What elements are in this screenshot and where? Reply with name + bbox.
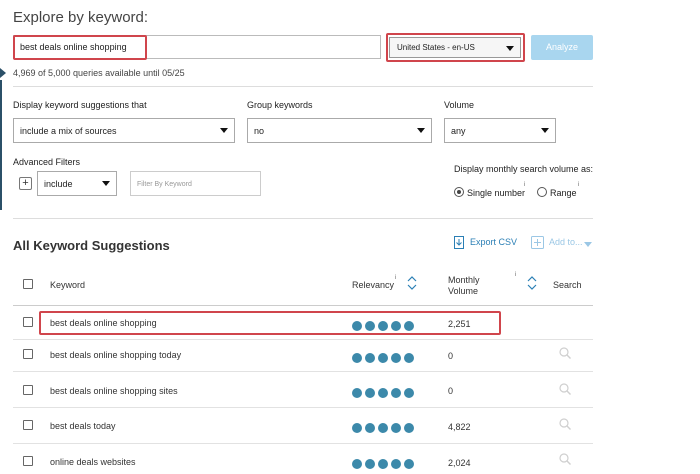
relevancy-dots <box>352 350 417 368</box>
export-icon[interactable] <box>454 236 464 249</box>
suggestions-value: include a mix of sources <box>20 126 117 136</box>
info-icon: i <box>395 275 397 281</box>
section-title: All Keyword Suggestions <box>13 238 170 253</box>
sort-icon[interactable] <box>407 276 417 290</box>
info-icon: i <box>578 182 580 188</box>
filter-placeholder: Filter By Keyword <box>137 181 192 188</box>
row-divider <box>13 339 593 340</box>
analyze-button[interactable]: Analyze <box>531 35 593 60</box>
relevancy-dots <box>352 420 417 438</box>
chevron-down-icon <box>584 242 592 247</box>
chevron-down-icon <box>541 128 549 133</box>
radio-selected-dot <box>457 190 461 194</box>
volume-cell: 0 <box>448 351 454 361</box>
search-icon[interactable] <box>559 347 571 359</box>
volume-cell: 0 <box>448 386 454 396</box>
suggestions-label: Display keyword suggestions that <box>13 100 147 110</box>
row-checkbox[interactable] <box>23 385 33 395</box>
group-select[interactable]: no <box>247 118 432 143</box>
chevron-down-icon <box>220 128 228 133</box>
volume-select[interactable]: any <box>444 118 556 143</box>
range-radio[interactable] <box>537 187 547 197</box>
single-number-label: Single number <box>467 188 526 198</box>
volume-cell: 2,024 <box>448 458 471 468</box>
chevron-down-icon <box>417 128 425 133</box>
filter-keyword-input[interactable]: Filter By Keyword <box>130 171 261 196</box>
info-icon: i <box>524 182 526 188</box>
row-divider <box>13 443 593 444</box>
search-icon[interactable] <box>559 383 571 395</box>
add-icon[interactable] <box>531 236 544 249</box>
relevancy-dots <box>352 456 417 474</box>
chevron-down-icon <box>102 181 110 186</box>
header-volume-line2[interactable]: Volume <box>448 286 478 296</box>
row-checkbox[interactable] <box>23 317 33 327</box>
divider <box>13 86 593 87</box>
single-number-radio[interactable] <box>454 187 464 197</box>
volume-value: any <box>451 126 466 136</box>
row-divider <box>13 407 593 408</box>
header-volume-line1[interactable]: Monthly <box>448 275 480 285</box>
volume-label: Volume <box>444 100 475 110</box>
locale-highlight <box>386 33 525 62</box>
range-label: Range <box>550 188 577 198</box>
keyword-cell[interactable]: best deals online shopping today <box>50 350 181 360</box>
suggestions-select[interactable]: include a mix of sources <box>13 118 235 143</box>
volume-cell: 4,822 <box>448 422 471 432</box>
keyword-cell[interactable]: online deals websites <box>50 457 136 467</box>
keyword-cell[interactable]: best deals today <box>50 421 116 431</box>
relevancy-dots <box>352 385 417 403</box>
monthly-volume-label: Display monthly search volume as: <box>454 164 594 174</box>
advanced-filters-label: Advanced Filters <box>13 157 81 167</box>
panel-rule <box>0 80 2 210</box>
queries-info: 4,969 of 5,000 queries available until 0… <box>13 68 185 78</box>
search-icon[interactable] <box>559 453 571 465</box>
row-divider <box>13 371 593 372</box>
page-title: Explore by keyword: <box>13 9 149 26</box>
row-checkbox[interactable] <box>23 349 33 359</box>
add-to-button[interactable]: Add to... <box>549 237 583 247</box>
search-highlight <box>13 35 147 60</box>
group-label: Group keywords <box>247 100 313 110</box>
include-value: include <box>44 179 73 189</box>
select-all-checkbox[interactable] <box>23 279 33 289</box>
group-value: no <box>254 126 265 136</box>
sort-icon[interactable] <box>527 276 537 290</box>
export-csv-button[interactable]: Export CSV <box>470 237 517 247</box>
divider <box>13 218 593 219</box>
include-select[interactable]: include <box>37 171 117 196</box>
keyword-cell[interactable]: best deals online shopping sites <box>50 386 178 396</box>
add-filter-button[interactable]: + <box>19 177 32 190</box>
header-search: Search <box>553 280 582 290</box>
search-icon[interactable] <box>559 418 571 430</box>
row-checkbox[interactable] <box>23 420 33 430</box>
info-icon: i <box>515 272 517 278</box>
header-relevancy[interactable]: Relevancy <box>352 280 394 290</box>
header-divider <box>13 305 593 306</box>
row-highlight <box>39 311 501 335</box>
panel-caret <box>0 68 6 78</box>
header-keyword[interactable]: Keyword <box>50 280 85 290</box>
